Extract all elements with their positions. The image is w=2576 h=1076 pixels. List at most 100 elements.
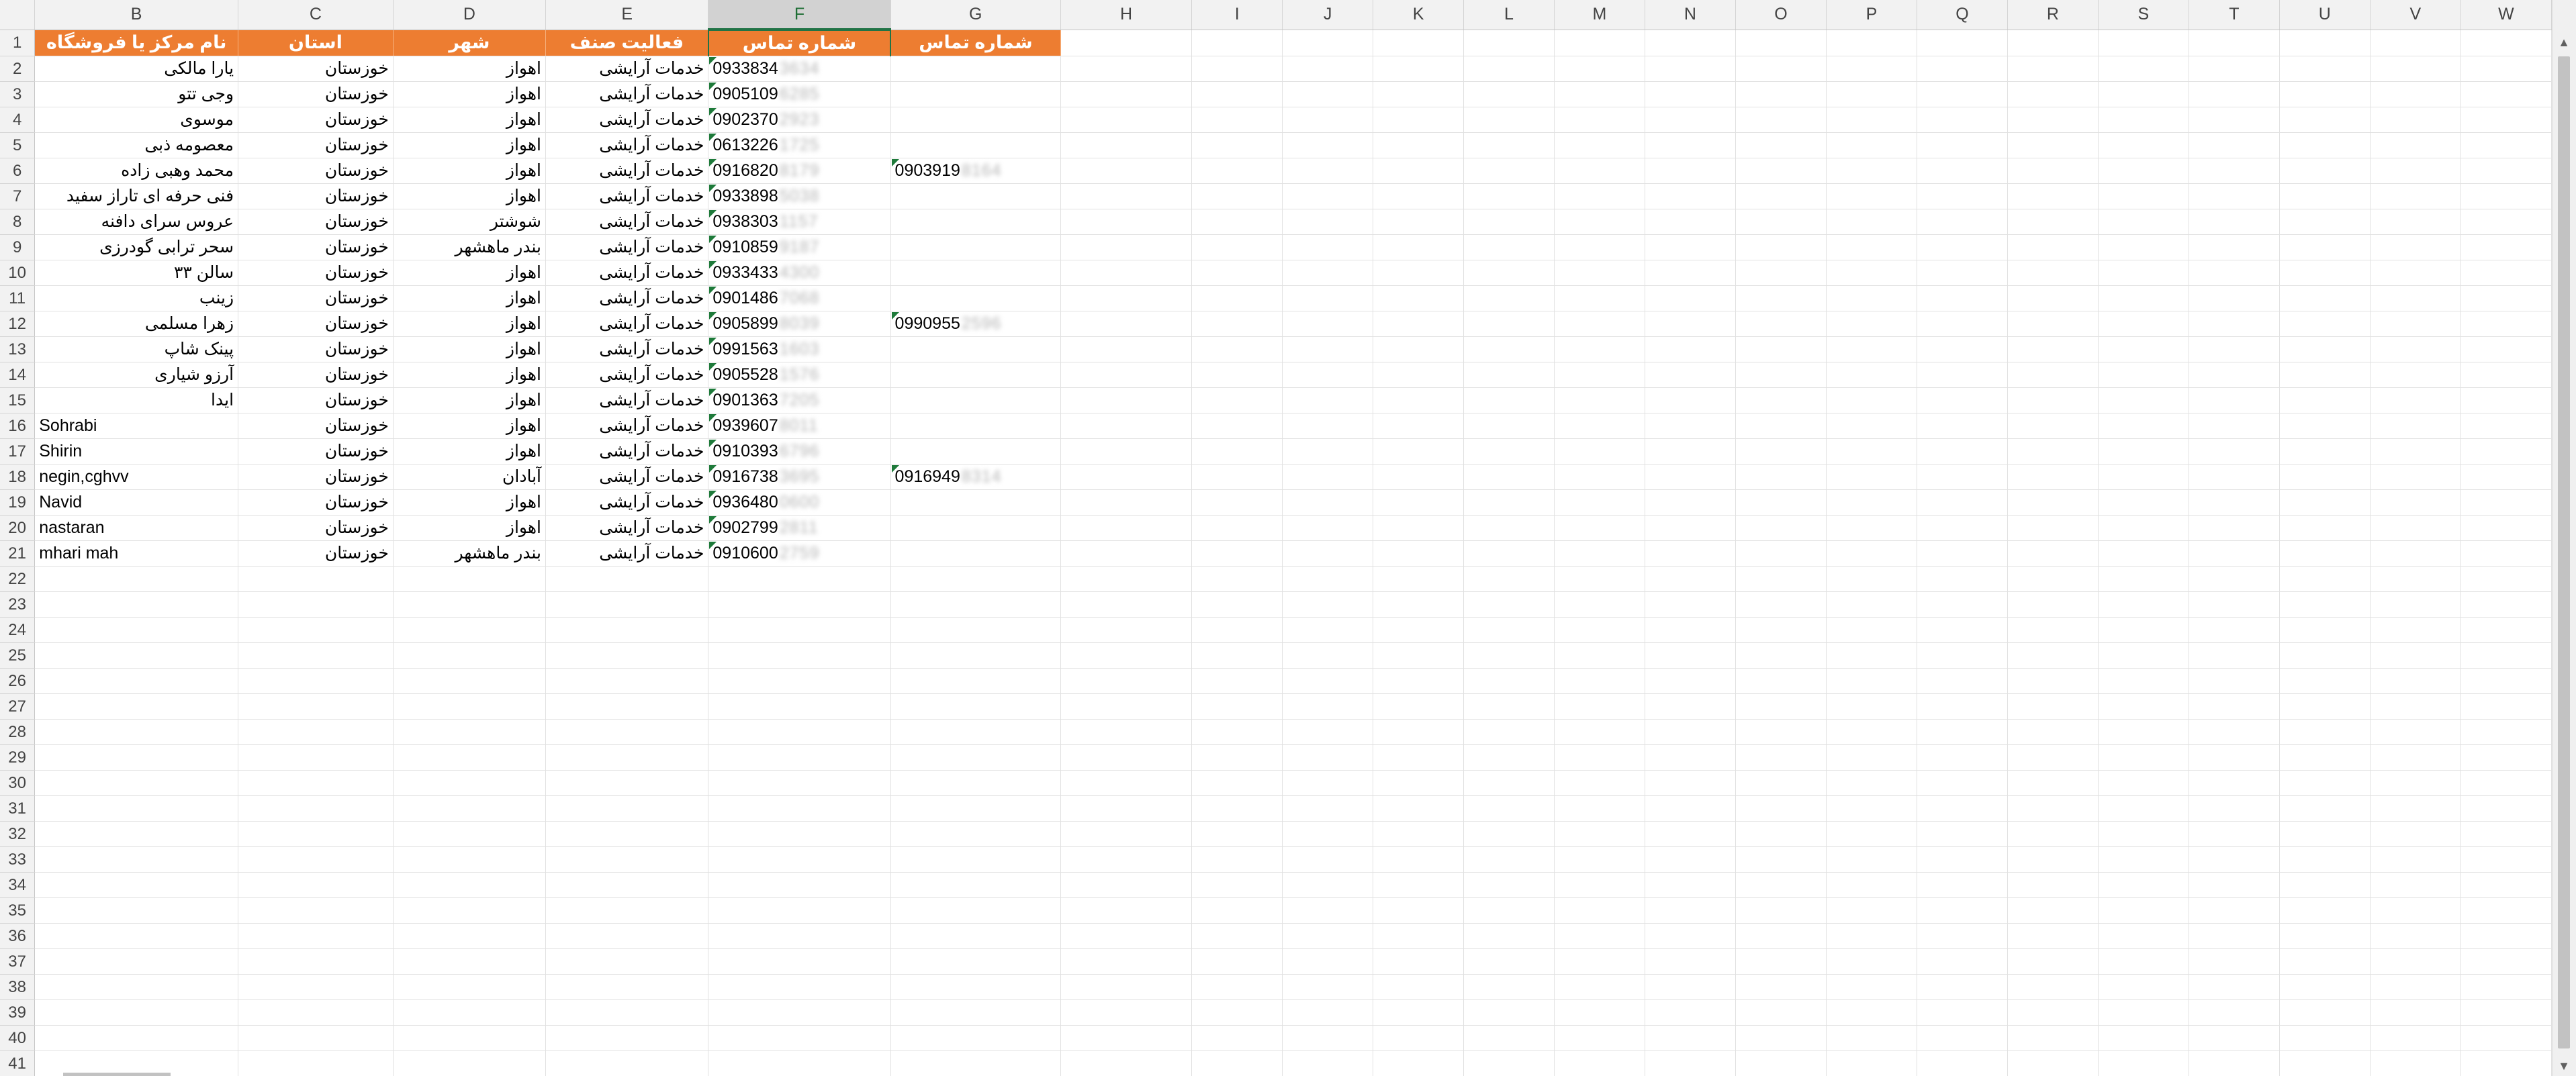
cell[interactable] bbox=[2279, 821, 2371, 847]
cell[interactable] bbox=[1917, 617, 2008, 643]
cell[interactable] bbox=[2098, 209, 2189, 235]
cell[interactable] bbox=[1554, 362, 1645, 388]
cell[interactable] bbox=[2098, 719, 2189, 745]
cell[interactable] bbox=[393, 795, 546, 822]
phone-cell[interactable]: 09338985038 bbox=[708, 183, 891, 209]
cell[interactable] bbox=[1060, 719, 1193, 745]
phone-cell[interactable]: 09338343634 bbox=[708, 56, 891, 82]
cell[interactable] bbox=[393, 642, 546, 669]
phone-cell[interactable]: 09014867068 bbox=[708, 285, 891, 311]
scroll-down-arrow-icon[interactable]: ▼ bbox=[2552, 1056, 2575, 1076]
cell[interactable] bbox=[1463, 464, 1555, 490]
column-header-n[interactable]: N bbox=[1645, 0, 1736, 30]
cell[interactable] bbox=[1060, 1050, 1193, 1076]
cell[interactable] bbox=[1282, 846, 1374, 873]
cell[interactable] bbox=[393, 719, 546, 745]
store-name-cell[interactable]: ایدا bbox=[34, 387, 239, 413]
phone2-cell[interactable] bbox=[890, 362, 1061, 388]
phone2-cell[interactable] bbox=[890, 413, 1061, 439]
cell[interactable] bbox=[2279, 158, 2371, 184]
cell[interactable] bbox=[2098, 999, 2189, 1026]
cell[interactable] bbox=[1645, 617, 1736, 643]
store-name-cell[interactable]: وجی تتو bbox=[34, 81, 239, 107]
cell[interactable] bbox=[2189, 260, 2280, 286]
cell[interactable] bbox=[1554, 974, 1645, 1000]
cell[interactable] bbox=[2279, 617, 2371, 643]
cell[interactable] bbox=[2460, 387, 2552, 413]
column-header-s[interactable]: S bbox=[2098, 0, 2189, 30]
cell[interactable] bbox=[1645, 923, 1736, 949]
cell[interactable] bbox=[1554, 999, 1645, 1026]
cell[interactable] bbox=[2279, 515, 2371, 541]
province-cell[interactable]: خوزستان bbox=[238, 158, 394, 184]
phone-cell[interactable]: 09167383695 bbox=[708, 464, 891, 490]
cell[interactable] bbox=[1826, 999, 1917, 1026]
cell[interactable] bbox=[1463, 948, 1555, 975]
cell[interactable] bbox=[2370, 234, 2461, 260]
cell[interactable] bbox=[1645, 591, 1736, 618]
cell[interactable] bbox=[2007, 566, 2099, 592]
cell[interactable] bbox=[1554, 744, 1645, 771]
cell[interactable] bbox=[2098, 336, 2189, 362]
cell[interactable] bbox=[1554, 515, 1645, 541]
city-cell[interactable]: اهواز bbox=[393, 107, 546, 133]
store-name-cell[interactable]: سحر ترابی گودرزی bbox=[34, 234, 239, 260]
store-name-cell[interactable]: پینک شاپ bbox=[34, 336, 239, 362]
header-cell-f[interactable]: شماره تماس bbox=[707, 30, 892, 56]
cell[interactable] bbox=[2279, 132, 2371, 158]
cell[interactable] bbox=[2370, 362, 2461, 388]
row-header[interactable]: 9 bbox=[0, 234, 36, 260]
cell[interactable] bbox=[1463, 872, 1555, 898]
cell[interactable] bbox=[1826, 285, 1917, 311]
cell[interactable] bbox=[1060, 183, 1193, 209]
cell[interactable] bbox=[1735, 209, 1827, 235]
cell[interactable] bbox=[1917, 846, 2008, 873]
cell[interactable] bbox=[2279, 566, 2371, 592]
cell[interactable] bbox=[1645, 821, 1736, 847]
cell[interactable] bbox=[2007, 285, 2099, 311]
cell[interactable] bbox=[1735, 311, 1827, 337]
cell[interactable] bbox=[2189, 183, 2280, 209]
cell[interactable] bbox=[1373, 617, 1465, 643]
cell[interactable] bbox=[2007, 591, 2099, 618]
province-cell[interactable]: خوزستان bbox=[238, 260, 394, 286]
cell[interactable] bbox=[2370, 158, 2461, 184]
activity-cell[interactable]: خدمات آرایشی bbox=[545, 387, 709, 413]
cell[interactable] bbox=[1060, 336, 1193, 362]
province-cell[interactable]: خوزستان bbox=[238, 183, 394, 209]
store-name-cell[interactable]: آرزو شیاری bbox=[34, 362, 239, 388]
cell[interactable] bbox=[1554, 438, 1645, 464]
cell[interactable] bbox=[2189, 999, 2280, 1026]
cell[interactable] bbox=[1463, 668, 1555, 694]
cell[interactable] bbox=[2370, 948, 2461, 975]
cell[interactable] bbox=[1463, 999, 1555, 1026]
cell[interactable] bbox=[2370, 260, 2461, 286]
cell[interactable] bbox=[238, 872, 394, 898]
cell[interactable] bbox=[393, 693, 546, 720]
activity-cell[interactable]: خدمات آرایشی bbox=[545, 56, 709, 82]
cell[interactable] bbox=[1373, 693, 1465, 720]
activity-cell[interactable]: خدمات آرایشی bbox=[545, 413, 709, 439]
phone-cell[interactable]: 09023702923 bbox=[708, 107, 891, 133]
cell[interactable] bbox=[2098, 974, 2189, 1000]
cell[interactable] bbox=[1554, 183, 1645, 209]
cell[interactable] bbox=[2370, 464, 2461, 490]
cell[interactable] bbox=[1554, 464, 1645, 490]
cell[interactable] bbox=[1917, 668, 2008, 694]
cell[interactable] bbox=[1373, 489, 1465, 516]
vertical-scrollbar[interactable]: ▲ ▼ bbox=[2552, 0, 2576, 1076]
cell[interactable] bbox=[1282, 311, 1374, 337]
cell[interactable] bbox=[1060, 260, 1193, 286]
cell[interactable] bbox=[2460, 413, 2552, 439]
row-header[interactable]: 4 bbox=[0, 107, 36, 133]
cell[interactable] bbox=[1282, 30, 1374, 56]
cell[interactable] bbox=[2460, 872, 2552, 898]
cell[interactable] bbox=[2189, 923, 2280, 949]
cell[interactable] bbox=[545, 872, 709, 898]
cell[interactable] bbox=[1191, 566, 1283, 592]
cell[interactable] bbox=[708, 591, 891, 618]
province-cell[interactable]: خوزستان bbox=[238, 438, 394, 464]
cell[interactable] bbox=[1373, 846, 1465, 873]
cell[interactable] bbox=[1191, 132, 1283, 158]
cell[interactable] bbox=[1463, 591, 1555, 618]
